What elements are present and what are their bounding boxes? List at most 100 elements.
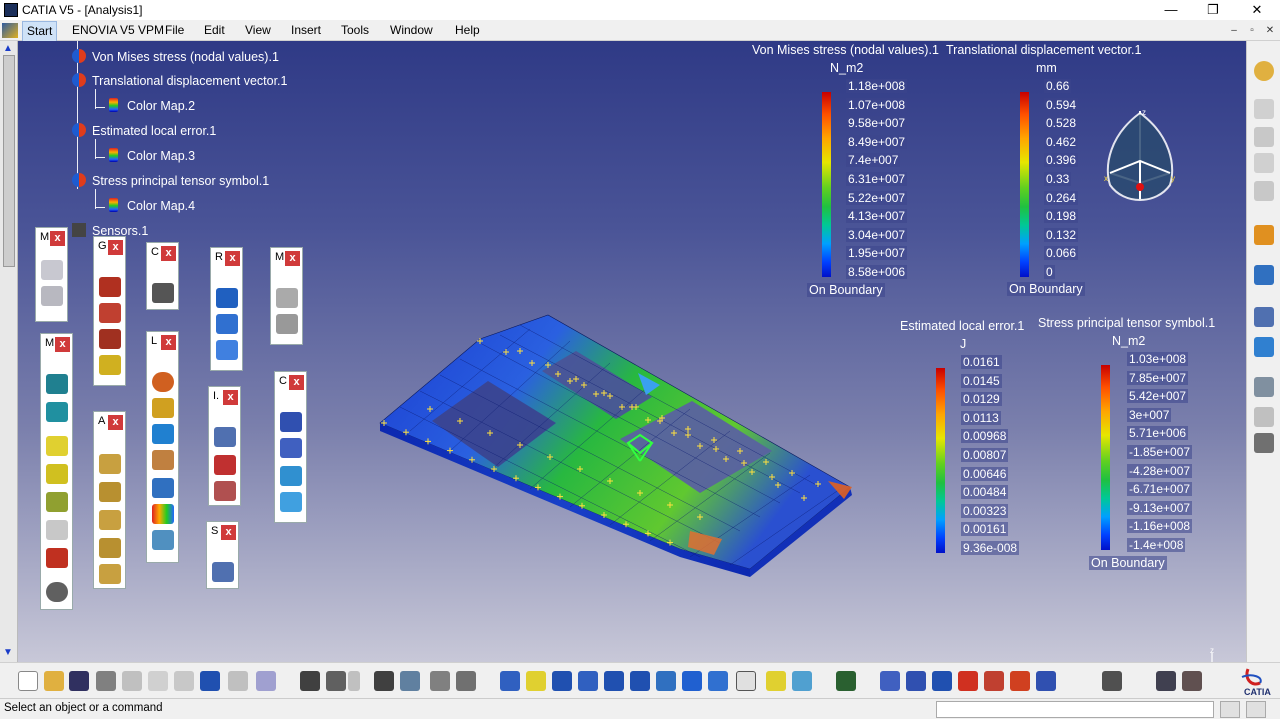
- cut-plane-icon[interactable]: [280, 412, 302, 432]
- menu-window[interactable]: Window: [390, 23, 433, 37]
- analysis-set-icon[interactable]: [99, 454, 121, 474]
- rotate-icon[interactable]: [578, 671, 598, 691]
- toolbar-window-i[interactable]: I. x: [208, 386, 241, 506]
- scroll-thumb[interactable]: [3, 55, 15, 267]
- sun-icon[interactable]: [1254, 61, 1274, 81]
- smooth-connection-icon[interactable]: [216, 314, 238, 334]
- copy-icon[interactable]: [148, 671, 168, 691]
- shell-property-icon[interactable]: [46, 464, 68, 484]
- assembly-icon[interactable]: [880, 671, 900, 691]
- command-input[interactable]: [936, 701, 1214, 718]
- pressure-icon[interactable]: [152, 372, 174, 392]
- mdi-minimize-button[interactable]: –: [1227, 24, 1241, 37]
- grey-tool-icon[interactable]: [1254, 127, 1274, 147]
- toolbar-close-button[interactable]: x: [108, 240, 123, 255]
- menu-insert[interactable]: Insert: [291, 23, 321, 37]
- toolbar-window-c2[interactable]: C x: [274, 371, 307, 523]
- scroll-down-icon[interactable]: ▼: [3, 647, 13, 658]
- octree-tetrahedron-icon[interactable]: [46, 374, 68, 394]
- lock-icon[interactable]: [430, 671, 450, 691]
- whats-this-icon[interactable]: [256, 671, 276, 691]
- toolbar-window-g[interactable]: G x: [93, 236, 126, 386]
- tree-node-displacement[interactable]: Translational displacement vector.1: [72, 71, 287, 91]
- zoom-out-icon[interactable]: [630, 671, 650, 691]
- results-icon[interactable]: [1010, 671, 1030, 691]
- beam-property-icon[interactable]: [46, 492, 68, 512]
- toolbar-window-m3[interactable]: M x: [40, 333, 73, 610]
- tree-node-color-map-3[interactable]: Color Map.3: [109, 146, 195, 166]
- new-file-icon[interactable]: [18, 671, 38, 691]
- material-icon[interactable]: [46, 548, 68, 568]
- toolbar-close-button[interactable]: x: [55, 337, 70, 352]
- pointer-icon[interactable]: [1254, 225, 1274, 245]
- save-icon[interactable]: [69, 671, 89, 691]
- fly-icon[interactable]: [500, 671, 520, 691]
- analysis-set-icon[interactable]: [99, 564, 121, 584]
- imported-property-icon[interactable]: [46, 520, 68, 540]
- compute-icon[interactable]: [152, 283, 174, 303]
- toolbar-window-r[interactable]: R x: [210, 247, 243, 371]
- menu-view[interactable]: View: [245, 23, 271, 37]
- formula-icon[interactable]: [300, 671, 320, 691]
- product-icon[interactable]: [906, 671, 926, 691]
- toolbar-close-button[interactable]: x: [289, 375, 304, 390]
- catalog-icon[interactable]: [932, 671, 952, 691]
- menu-tools[interactable]: Tools: [341, 23, 369, 37]
- menu-file[interactable]: File: [165, 23, 184, 37]
- iso-view-icon[interactable]: [708, 671, 728, 691]
- print-icon[interactable]: [96, 671, 116, 691]
- restraint-icon[interactable]: [99, 303, 121, 323]
- toolbar-window-s[interactable]: S x: [206, 521, 239, 589]
- menu-enovia[interactable]: ENOVIA V5 VPM: [72, 23, 164, 37]
- mdi-close-button[interactable]: ✕: [1263, 24, 1277, 37]
- knowledge-icon[interactable]: [456, 671, 476, 691]
- fit-all-icon[interactable]: [526, 671, 546, 691]
- tree-node-color-map-4[interactable]: Color Map.4: [109, 196, 195, 216]
- toolbar-window-c1[interactable]: C x: [146, 242, 179, 310]
- acceleration-icon[interactable]: [152, 478, 174, 498]
- minimize-button[interactable]: —: [1156, 1, 1186, 19]
- mass-icon[interactable]: [276, 288, 298, 308]
- slider-icon[interactable]: [99, 329, 121, 349]
- search-icon[interactable]: [1254, 265, 1274, 285]
- toolbar-window-m1[interactable]: M x: [35, 227, 68, 322]
- lamp-icon[interactable]: [1254, 337, 1274, 357]
- rigid-connection-icon[interactable]: [216, 288, 238, 308]
- analysis-set-icon[interactable]: [99, 482, 121, 502]
- grid-icon[interactable]: [41, 286, 63, 306]
- zoom-in-icon[interactable]: [604, 671, 624, 691]
- menu-start[interactable]: Start: [22, 21, 58, 42]
- solid-property-icon[interactable]: [46, 436, 68, 456]
- moment-icon[interactable]: [152, 424, 174, 444]
- octree-triangle-icon[interactable]: [46, 402, 68, 422]
- analysis-set-icon[interactable]: [99, 510, 121, 530]
- 3d-viewport[interactable]: Von Mises stress (nodal values).1 Transl…: [0, 41, 1280, 689]
- command-button[interactable]: [1220, 701, 1240, 718]
- mesh-icon[interactable]: [41, 260, 63, 280]
- comment-icon[interactable]: [326, 671, 346, 691]
- hierarchy-icon[interactable]: [400, 671, 420, 691]
- sphere-icon[interactable]: [46, 582, 68, 602]
- shading-icon[interactable]: [736, 671, 756, 691]
- toolbar-close-button[interactable]: x: [285, 251, 300, 266]
- toolbar-window-l[interactable]: L x: [146, 331, 179, 563]
- close-button[interactable]: ✕: [1242, 1, 1272, 19]
- enforced-displacement-icon[interactable]: [152, 530, 174, 550]
- redo-icon[interactable]: [228, 671, 248, 691]
- report-icon[interactable]: [1254, 377, 1274, 397]
- bearing-load-icon[interactable]: [152, 450, 174, 470]
- open-file-icon[interactable]: [44, 671, 64, 691]
- toolbar-close-button[interactable]: x: [161, 335, 176, 350]
- tree-scrollbar[interactable]: ▲ ▼: [0, 41, 18, 662]
- plane-icon[interactable]: [280, 492, 302, 512]
- compass-widget[interactable]: z x y: [1100, 105, 1180, 209]
- toolbar-window-m2[interactable]: M x: [270, 247, 303, 345]
- grey-tool-icon[interactable]: [1254, 99, 1274, 119]
- tree-node-local-error[interactable]: Estimated local error.1: [72, 121, 216, 141]
- toolbar-window-a[interactable]: A x: [93, 411, 126, 589]
- isostatic-icon[interactable]: [99, 355, 121, 375]
- toolbar-close-button[interactable]: x: [50, 231, 65, 246]
- table-icon[interactable]: [374, 671, 394, 691]
- report-icon[interactable]: [214, 481, 236, 501]
- restore-button[interactable]: ❐: [1198, 1, 1228, 19]
